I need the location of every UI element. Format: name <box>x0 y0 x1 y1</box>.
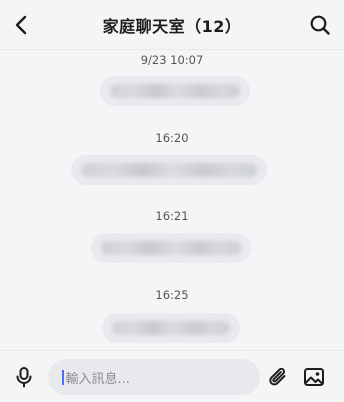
system-message-bubble <box>91 233 251 263</box>
system-message-bubble <box>102 313 240 343</box>
message-input[interactable]: 輸入訊息... <box>48 359 260 395</box>
search-button[interactable] <box>308 13 332 37</box>
chat-header: 家庭聊天室（12） <box>0 0 344 50</box>
microphone-icon <box>16 367 32 388</box>
voice-input-button[interactable] <box>13 366 35 388</box>
back-button[interactable] <box>10 13 34 37</box>
message-composer: 輸入訊息... <box>0 350 344 402</box>
message-input-placeholder: 輸入訊息... <box>65 371 130 387</box>
message-timestamp: 16:20 <box>155 131 189 145</box>
paperclip-icon <box>269 367 286 386</box>
message-list[interactable]: 9/23 10:07 16:20 16:21 16:25 <box>0 50 344 350</box>
message-timestamp: 9/23 10:07 <box>140 53 204 67</box>
attach-file-button[interactable] <box>268 365 290 389</box>
text-caret <box>62 369 64 385</box>
send-image-button[interactable] <box>303 366 325 388</box>
search-icon <box>310 15 330 35</box>
system-message-bubble <box>100 76 250 106</box>
back-chevron-icon <box>15 15 27 35</box>
chat-title: 家庭聊天室（12） <box>102 16 242 36</box>
image-icon <box>304 368 324 386</box>
system-message-bubble <box>71 155 267 185</box>
message-timestamp: 16:25 <box>155 288 189 302</box>
message-timestamp: 16:21 <box>155 209 189 223</box>
